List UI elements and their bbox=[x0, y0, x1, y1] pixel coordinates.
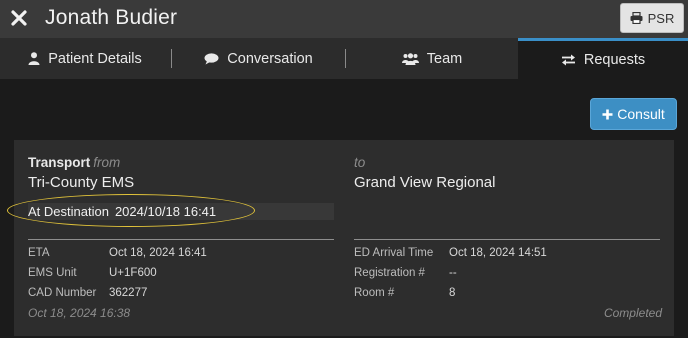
tab-label: Team bbox=[426, 50, 463, 67]
registration-value: -- bbox=[449, 267, 457, 279]
psr-button[interactable]: PSR bbox=[620, 3, 684, 33]
divider-left bbox=[28, 239, 334, 240]
swap-arrows-icon bbox=[561, 54, 576, 66]
printer-icon bbox=[630, 12, 643, 24]
tab-team[interactable]: Team bbox=[346, 38, 518, 79]
request-status: Completed bbox=[603, 306, 662, 320]
consult-button[interactable]: Consult bbox=[590, 98, 677, 130]
tab-label: Conversation bbox=[227, 50, 313, 67]
destination-name: Grand View Regional bbox=[354, 174, 496, 191]
tab-bar: Patient Details Conversation Team Reques… bbox=[0, 38, 688, 79]
tab-label: Patient Details bbox=[48, 50, 142, 67]
room-value: 8 bbox=[449, 287, 456, 299]
eta-label: ETA bbox=[28, 247, 50, 259]
patient-name-title: Jonath Budier bbox=[45, 6, 178, 29]
plus-icon bbox=[602, 109, 613, 120]
room-label: Room # bbox=[354, 287, 395, 299]
transport-heading: Transport from bbox=[28, 155, 120, 170]
divider-right bbox=[354, 239, 660, 240]
header-bar: Jonath Budier PSR bbox=[0, 0, 688, 38]
origin-name: Tri-County EMS bbox=[28, 174, 135, 191]
ems-unit-value: U+1F600 bbox=[109, 267, 157, 279]
status-text: At Destination 2024/10/18 16:41 bbox=[28, 204, 216, 219]
ed-arrival-value: Oct 18, 2024 14:51 bbox=[449, 247, 547, 259]
tab-conversation[interactable]: Conversation bbox=[172, 38, 345, 79]
chat-icon bbox=[204, 52, 219, 65]
from-label: from bbox=[93, 155, 121, 170]
eta-value: Oct 18, 2024 16:41 bbox=[109, 247, 207, 259]
registration-label: Registration # bbox=[354, 267, 425, 279]
status-label: At Destination bbox=[28, 204, 109, 219]
transport-title: Transport bbox=[28, 155, 91, 170]
cad-number-value: 362277 bbox=[109, 287, 148, 299]
close-button[interactable] bbox=[6, 4, 32, 32]
tab-patient-details[interactable]: Patient Details bbox=[0, 38, 170, 79]
created-timestamp: Oct 18, 2024 16:38 bbox=[28, 306, 131, 320]
to-label: to bbox=[354, 155, 366, 170]
tab-label: Requests bbox=[583, 52, 646, 68]
user-icon bbox=[28, 52, 40, 65]
transport-request-card[interactable]: Transport from Tri-County EMS to Grand Vi… bbox=[7, 140, 674, 336]
ems-unit-label: EMS Unit bbox=[28, 267, 77, 279]
tab-requests[interactable]: Requests bbox=[518, 38, 688, 79]
status-datetime: 2024/10/18 16:41 bbox=[114, 204, 217, 219]
close-icon bbox=[11, 10, 27, 26]
consult-label: Consult bbox=[617, 106, 665, 122]
psr-label: PSR bbox=[647, 10, 675, 26]
ed-arrival-label: ED Arrival Time bbox=[354, 247, 434, 259]
team-icon bbox=[401, 52, 419, 65]
cad-number-label: CAD Number bbox=[28, 287, 97, 299]
